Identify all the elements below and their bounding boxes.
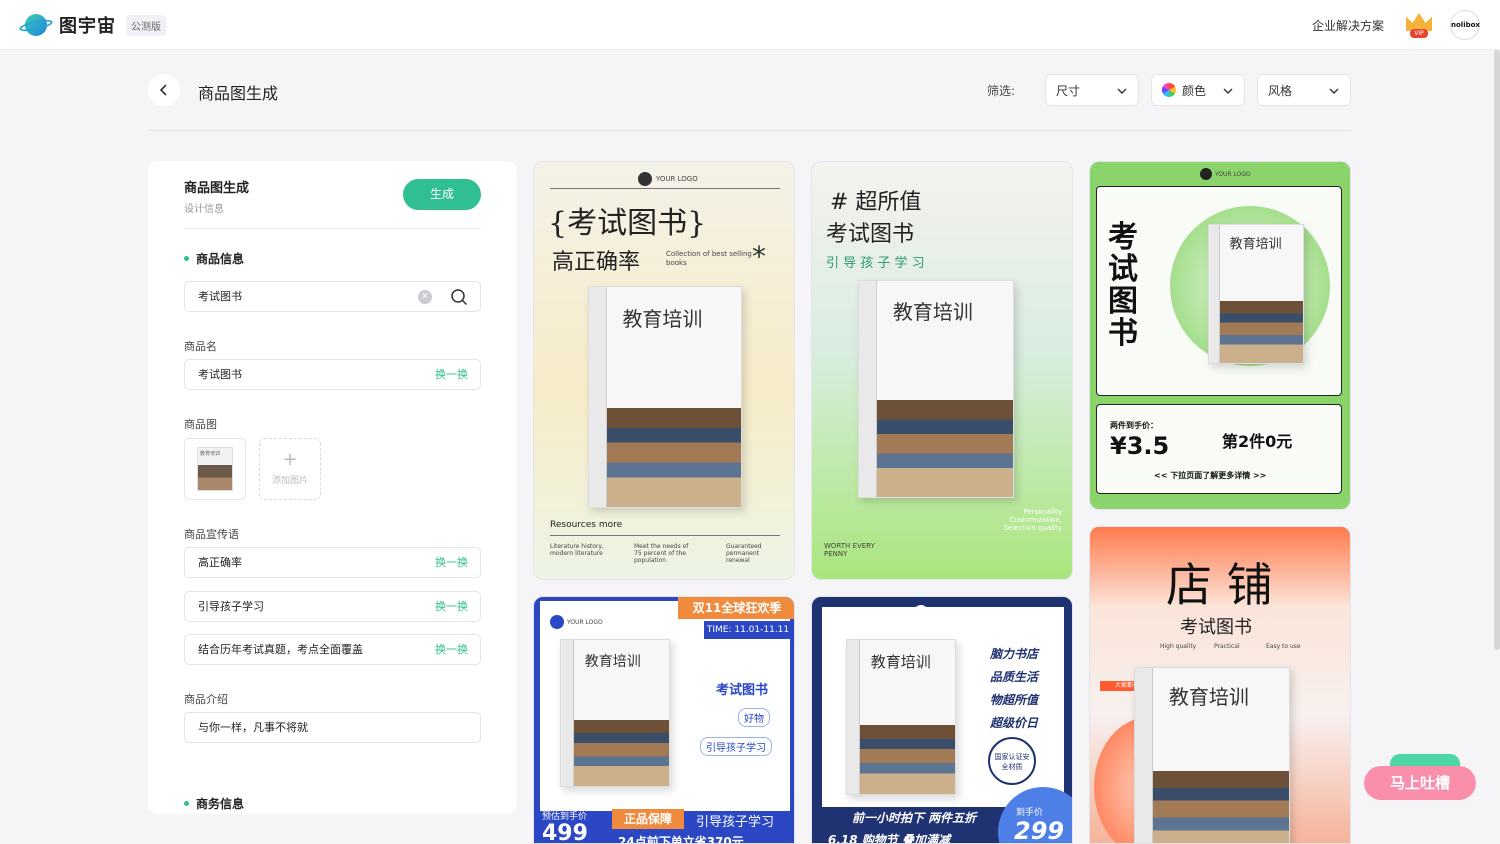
color-wheel-icon: [1162, 83, 1176, 97]
product-search-input[interactable]: 考试图书 ✕: [184, 281, 481, 312]
panel-divider: [184, 228, 481, 229]
header-divider: [148, 130, 1351, 131]
template-card-1[interactable]: YOUR LOGO {考试图书} 高正确率 Collection of best…: [533, 161, 795, 580]
asterisk-icon: *: [752, 240, 766, 273]
product-name-label: 商品名: [184, 340, 217, 353]
enterprise-solutions-link[interactable]: 企业解决方案: [1312, 17, 1384, 34]
page-scrollbar[interactable]: [1494, 50, 1500, 650]
design-info-panel: 商品图生成 设计信息 生成 商品信息 考试图书 ✕ 商品名 考试图书 换一换 商…: [148, 161, 517, 814]
search-icon[interactable]: [450, 288, 468, 306]
card-footer: Resources more: [550, 520, 623, 530]
add-image-button[interactable]: + 添加图片: [259, 438, 321, 500]
product-image-thumbnail[interactable]: 教育培训: [184, 438, 246, 500]
section-business-info: 商务信息: [184, 795, 244, 812]
template-card-2[interactable]: # 超所值 考试图书 引 导 孩 子 学 习 教育培训 WORTH EVERY …: [811, 161, 1073, 580]
template-card-5[interactable]: YOUR LOGO 教育培训 脑力书店 品质生活 物超所值 超级价日 国家认证安…: [811, 596, 1073, 844]
card-vertical-title: 考试图书: [1108, 220, 1138, 351]
card-subtitle: 高正确率: [552, 250, 641, 275]
price: ¥3.5: [1110, 432, 1170, 460]
intro-label: 商品介绍: [184, 693, 228, 706]
slogan-field-3[interactable]: 结合历年考试真题，考点全面覆盖 换一换: [184, 634, 481, 665]
book-image: 教育培训: [846, 639, 956, 795]
page-header: 商品图生成 筛选: 尺寸 颜色 风格: [148, 74, 1351, 106]
book-image: 教育培训: [1208, 224, 1304, 364]
template-card-4[interactable]: YOUR LOGO 双11全球狂欢季 TIME: 11.01-11.11 教育培…: [533, 596, 795, 844]
slogan-label: 商品宣传语: [184, 528, 239, 541]
product-name-field[interactable]: 考试图书 换一换: [184, 359, 481, 390]
intro-field[interactable]: 与你一样，凡事不将就: [184, 712, 481, 743]
app-name: 图宇宙: [59, 16, 116, 37]
book-image: 教育培训: [588, 286, 742, 508]
slogan-field-1[interactable]: 高正确率 换一换: [184, 547, 481, 578]
card-subtitle: 考试图书: [826, 222, 915, 247]
planet-logo-icon: [18, 12, 54, 38]
avatar[interactable]: nolibox: [1450, 10, 1480, 40]
card-subtitle: 考试图书: [1180, 617, 1252, 638]
logo-mark: YOUR LOGO: [550, 615, 603, 629]
plus-icon: +: [282, 449, 298, 470]
chevron-down-icon: [1117, 88, 1127, 94]
book-image: 教育培训: [1134, 667, 1290, 843]
style-filter-dropdown[interactable]: 风格: [1257, 74, 1351, 106]
logo-mark: YOUR LOGO: [914, 605, 967, 619]
size-filter-dropdown[interactable]: 尺寸: [1045, 74, 1139, 106]
generate-button[interactable]: 生成: [403, 179, 481, 210]
back-button[interactable]: [148, 74, 180, 106]
filter-bar: 筛选: 尺寸 颜色 风格: [987, 74, 1351, 106]
top-bar: 图宇宙 公测版 企业解决方案 VIP nolibox: [0, 0, 1500, 50]
swap-button[interactable]: 换一换: [435, 360, 468, 389]
chevron-down-icon: [1223, 88, 1233, 94]
card-tagline: 引 导 孩 子 学 习: [826, 256, 925, 271]
price: 499: [542, 821, 588, 844]
card-title: # 超所值: [830, 190, 922, 215]
price: 299: [1014, 817, 1065, 844]
book-image: 教育培训: [858, 280, 1014, 498]
color-filter-dropdown[interactable]: 颜色: [1151, 74, 1245, 106]
feedback-button[interactable]: 马上吐槽: [1364, 766, 1476, 800]
vip-icon[interactable]: VIP: [1404, 11, 1434, 39]
section-product-info: 商品信息: [184, 250, 244, 267]
swap-button[interactable]: 换一换: [435, 635, 468, 664]
page-title: 商品图生成: [198, 84, 279, 103]
card-title: {考试图书}: [548, 206, 707, 241]
beta-badge: 公测版: [126, 14, 166, 36]
app-logo[interactable]: 图宇宙 公测版: [18, 12, 166, 38]
book-image: 教育培训: [560, 639, 670, 787]
panel-title: 商品图生成: [184, 181, 250, 196]
chevron-left-icon: [159, 84, 167, 96]
template-card-6[interactable]: 店 铺 考试图书 High quality Practical Easy to …: [1089, 526, 1351, 844]
product-image-label: 商品图: [184, 418, 217, 431]
slogan-field-2[interactable]: 引导孩子学习 换一换: [184, 591, 481, 622]
template-card-3[interactable]: YOUR LOGO 考试图书 教育培训 两件到手价： ¥3.5 第2件0元 <<…: [1089, 161, 1351, 510]
clear-icon[interactable]: ✕: [418, 290, 432, 304]
swap-button[interactable]: 换一换: [435, 548, 468, 577]
logo-mark: YOUR LOGO: [638, 172, 698, 186]
swap-button[interactable]: 换一换: [435, 592, 468, 621]
card-title: 店 铺: [1166, 558, 1273, 612]
logo-mark: YOUR LOGO: [1200, 168, 1251, 180]
filter-label: 筛选:: [986, 83, 1015, 98]
card-note: Collection of best selling books: [666, 250, 752, 267]
panel-subtitle: 设计信息: [184, 204, 224, 215]
chevron-down-icon: [1329, 88, 1339, 94]
